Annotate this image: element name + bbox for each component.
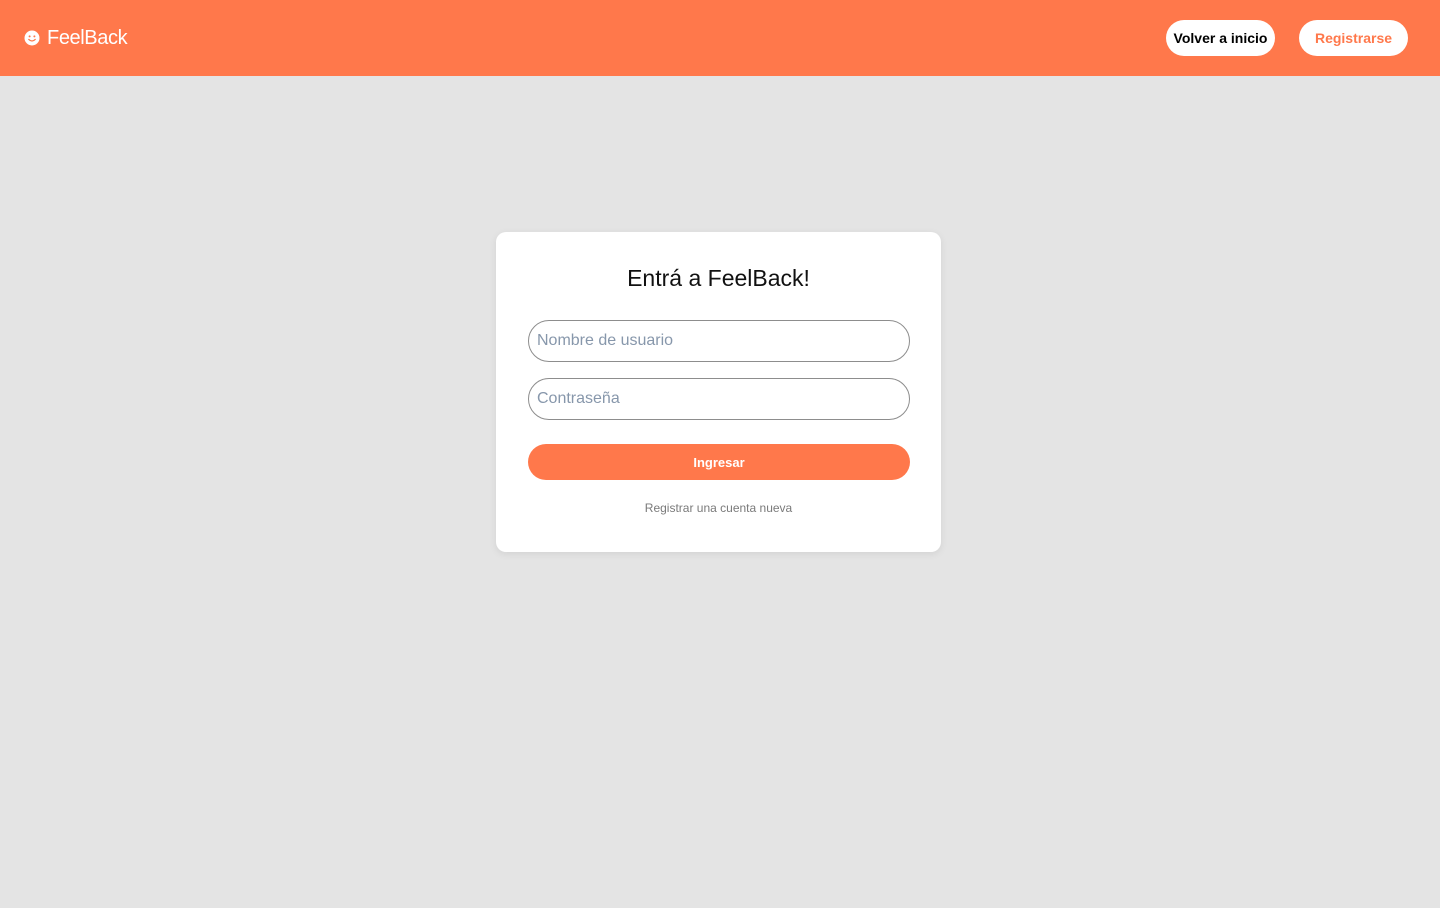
brand-name: FeelBack — [47, 26, 128, 49]
top-navbar: FeelBack Volver a inicio Registrarse — [0, 0, 1440, 76]
register-account-link[interactable]: Registrar una cuenta nueva — [496, 501, 941, 515]
login-card: Entrá a FeelBack! Ingresar Registrar una… — [496, 232, 941, 552]
username-input[interactable] — [528, 320, 910, 362]
home-button[interactable]: Volver a inicio — [1166, 20, 1275, 56]
register-button[interactable]: Registrarse — [1299, 20, 1408, 56]
login-title: Entrá a FeelBack! — [627, 265, 810, 291]
brand-logo[interactable]: FeelBack — [24, 24, 128, 52]
password-input[interactable] — [528, 378, 910, 420]
login-submit-button[interactable]: Ingresar — [528, 444, 910, 480]
smiley-icon — [24, 30, 40, 46]
